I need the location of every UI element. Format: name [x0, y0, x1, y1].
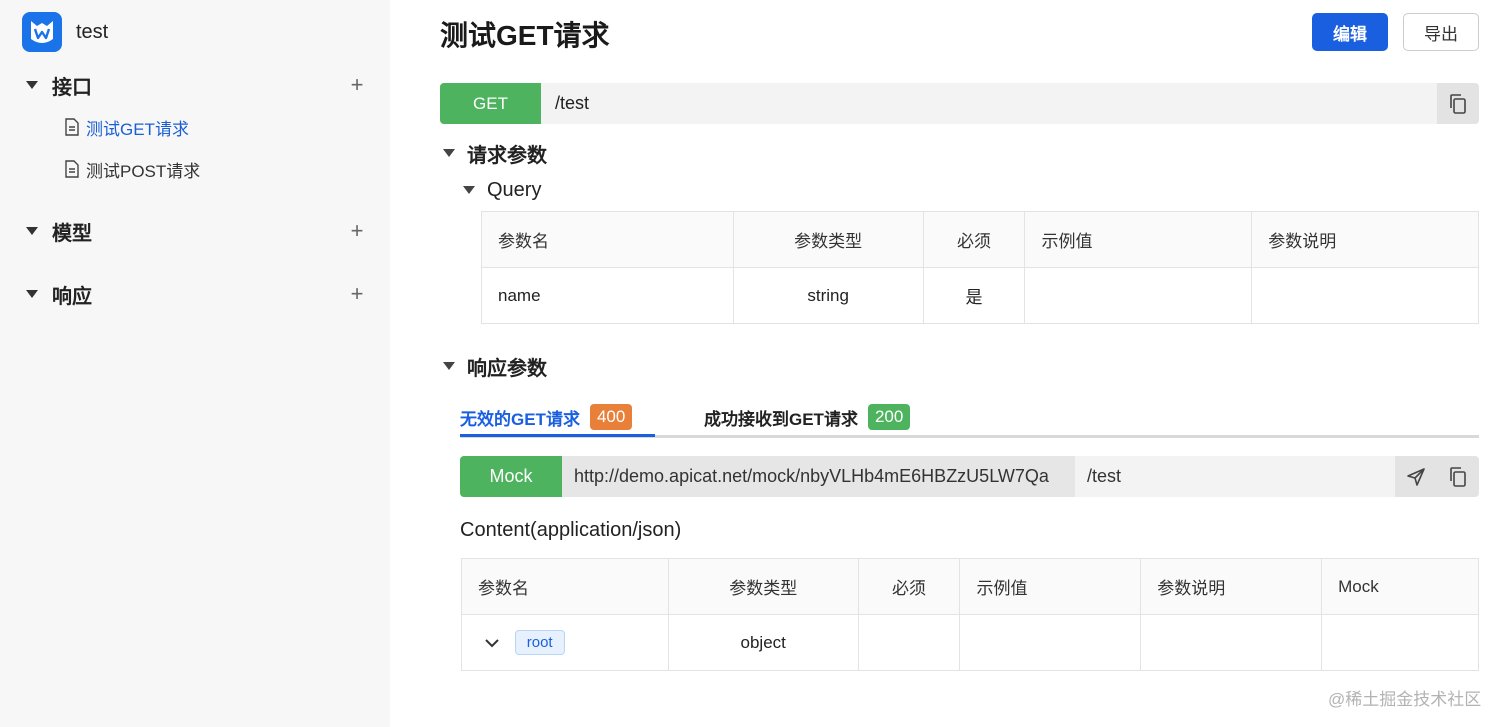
- column-header: 示例值: [1024, 211, 1253, 268]
- send-icon[interactable]: [1395, 456, 1437, 497]
- caret-down-icon[interactable]: [26, 290, 38, 298]
- param-name-cell: root: [461, 614, 669, 671]
- tab-label: 无效的GET请求: [460, 409, 580, 429]
- http-method-badge: GET: [440, 83, 541, 124]
- table-row: name string 是: [481, 267, 1479, 324]
- document-icon: [65, 160, 79, 178]
- content-type-label: Content(application/json): [460, 519, 682, 541]
- query-params-table: 参数名 参数类型 必须 示例值 参数说明 name string 是: [481, 211, 1479, 324]
- column-header: 示例值: [959, 558, 1142, 615]
- param-description: [1251, 267, 1479, 324]
- watermark: @稀土掘金技术社区: [1328, 690, 1482, 709]
- mock-path: /test: [1087, 466, 1122, 486]
- add-icon[interactable]: +: [347, 74, 367, 96]
- project-header[interactable]: test: [22, 12, 108, 52]
- response-params-table: 参数名 参数类型 必须 示例值 参数说明 Mock root object: [461, 558, 1479, 671]
- column-header: Mock: [1321, 558, 1479, 615]
- sidebar-item-label: 测试GET请求: [86, 119, 189, 139]
- column-header: 参数名: [481, 211, 734, 268]
- request-path: /test: [555, 93, 590, 113]
- document-icon: [65, 118, 79, 136]
- page-title: 测试GET请求: [440, 20, 610, 51]
- param-required: 是: [922, 267, 1026, 324]
- column-header: 参数类型: [732, 211, 924, 268]
- root-tag[interactable]: root: [514, 630, 565, 655]
- caret-down-icon[interactable]: [26, 227, 38, 235]
- active-tab-indicator: [460, 434, 655, 437]
- caret-down-icon[interactable]: [443, 149, 455, 157]
- section-title: 响应参数: [467, 357, 547, 380]
- sidebar: test 接口 + 测试GET请求 测试POST请求 模型 + 响应 +: [0, 0, 390, 727]
- status-badge: 200: [867, 404, 911, 430]
- sidebar-item-post[interactable]: 测试POST请求: [64, 155, 200, 183]
- group-title: 接口: [52, 76, 92, 99]
- param-required: [857, 614, 961, 671]
- request-url-bar: GET /test: [440, 83, 1479, 124]
- query-header[interactable]: Query: [463, 176, 541, 204]
- request-params-header[interactable]: 请求参数: [443, 139, 547, 167]
- sidebar-group-responses[interactable]: 响应 +: [22, 279, 367, 309]
- add-icon[interactable]: +: [347, 283, 367, 305]
- group-title: 响应: [52, 285, 92, 308]
- param-type: string: [732, 267, 924, 324]
- param-name: name: [481, 267, 734, 324]
- response-params-header[interactable]: 响应参数: [443, 352, 547, 380]
- mock-url-bar: Mock http://demo.apicat.net/mock/nbyVLHb…: [460, 456, 1479, 497]
- add-icon[interactable]: +: [347, 220, 367, 242]
- export-button[interactable]: 导出: [1403, 13, 1479, 51]
- tab-success-get[interactable]: 成功接收到GET请求 200: [704, 398, 911, 436]
- param-example: [959, 614, 1142, 671]
- mock-badge: Mock: [460, 456, 562, 497]
- response-tabs: 无效的GET请求 400 成功接收到GET请求 200: [460, 398, 1479, 438]
- copy-icon[interactable]: [1437, 456, 1479, 497]
- edit-button[interactable]: 编辑: [1312, 13, 1388, 51]
- column-header: 参数说明: [1251, 211, 1479, 268]
- tab-label: 成功接收到GET请求: [704, 409, 858, 429]
- sidebar-group-models[interactable]: 模型 +: [22, 216, 367, 246]
- copy-icon[interactable]: [1437, 83, 1479, 124]
- caret-down-icon[interactable]: [463, 186, 475, 194]
- caret-down-icon[interactable]: [26, 81, 38, 89]
- table-header-row: 参数名 参数类型 必须 示例值 参数说明 Mock: [461, 558, 1479, 615]
- column-header: 参数说明: [1140, 558, 1323, 615]
- column-header: 参数名: [461, 558, 669, 615]
- project-name: test: [76, 20, 109, 43]
- sidebar-item-label: 测试POST请求: [86, 161, 201, 181]
- mock-base-url[interactable]: http://demo.apicat.net/mock/nbyVLHb4mE6H…: [562, 456, 1075, 497]
- param-type: object: [667, 614, 859, 671]
- param-mock: [1321, 614, 1479, 671]
- param-example: [1024, 267, 1253, 324]
- caret-down-icon[interactable]: [443, 362, 455, 370]
- sidebar-group-interfaces[interactable]: 接口 +: [22, 70, 367, 100]
- column-header: 参数类型: [667, 558, 859, 615]
- table-row: root object: [461, 614, 1479, 671]
- section-title: 请求参数: [467, 144, 547, 167]
- group-title: 模型: [52, 222, 92, 245]
- column-header: 必须: [922, 211, 1026, 268]
- column-header: 必须: [857, 558, 961, 615]
- status-badge: 400: [589, 404, 633, 430]
- query-title: Query: [487, 178, 542, 201]
- app-logo-icon: [22, 12, 62, 52]
- chevron-down-icon[interactable]: [484, 637, 500, 649]
- table-header-row: 参数名 参数类型 必须 示例值 参数说明: [481, 211, 1479, 268]
- param-description: [1140, 614, 1323, 671]
- sidebar-item-get[interactable]: 测试GET请求: [64, 113, 189, 141]
- tab-invalid-get[interactable]: 无效的GET请求 400: [460, 398, 633, 436]
